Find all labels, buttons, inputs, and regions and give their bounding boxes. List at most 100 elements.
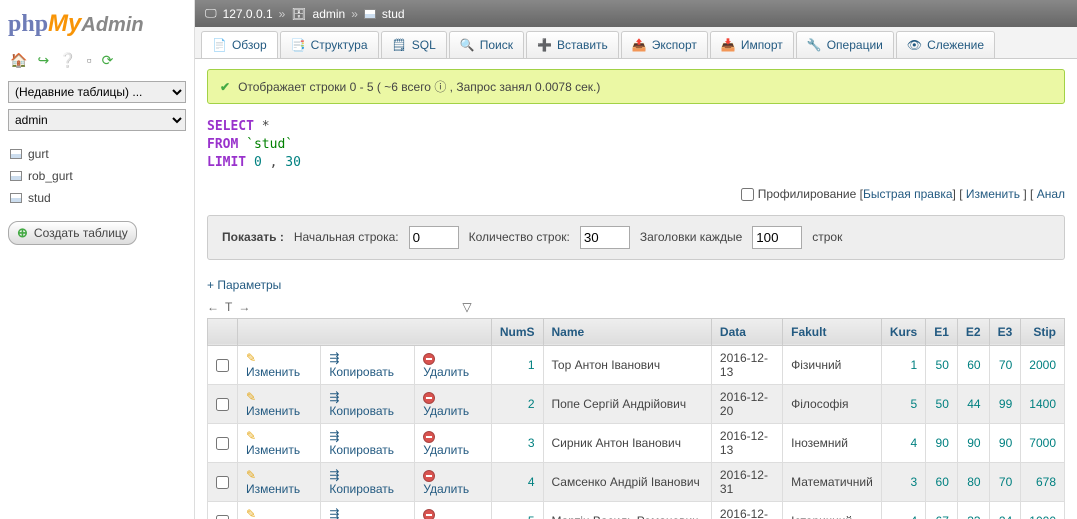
- delete-link[interactable]: Удалить: [423, 365, 469, 379]
- delete-link[interactable]: Удалить: [423, 443, 469, 457]
- bc-server[interactable]: 127.0.0.1: [223, 7, 273, 21]
- db-icon: 🗄: [291, 7, 306, 21]
- arrow-right-icon[interactable]: →: [238, 300, 250, 314]
- tab-icon: 📤: [632, 38, 647, 52]
- cell-stip: 2000: [1021, 345, 1065, 384]
- start-row-input[interactable]: [409, 226, 459, 249]
- bc-table[interactable]: stud: [382, 7, 405, 21]
- tree-item-gurt[interactable]: gurt: [8, 143, 186, 165]
- cell-data: 2016-12-20: [711, 384, 782, 423]
- delete-icon: [423, 353, 435, 365]
- tab-импорт[interactable]: 📥Импорт: [710, 31, 794, 58]
- delete-icon: [423, 470, 435, 482]
- tab-структура[interactable]: 📑Структура: [280, 31, 379, 58]
- tab-icon: 📑: [291, 38, 306, 52]
- table-row: ✎ Изменить⇶ Копировать Удалить1Тор Антон…: [208, 345, 1065, 384]
- tab-вставить[interactable]: ➕Вставить: [526, 31, 619, 58]
- cell-name: Попе Сергій Андрійович: [543, 384, 711, 423]
- start-label: Начальная строка:: [294, 230, 399, 244]
- copy-link[interactable]: Копировать: [329, 365, 394, 379]
- row-count-input[interactable]: [580, 226, 630, 249]
- tab-слежение[interactable]: 👁Слежение: [896, 31, 995, 58]
- edit-link[interactable]: Изменить: [246, 482, 300, 496]
- content: ✔ Отображает строки 0 - 5 ( ~6 всего ⓘ ,…: [195, 59, 1077, 519]
- col-stip[interactable]: Stip: [1021, 318, 1065, 345]
- bc-db[interactable]: admin: [313, 7, 346, 21]
- tab-операции[interactable]: 🔧Операции: [796, 31, 894, 58]
- table-row: ✎ Изменить⇶ Копировать Удалить4Самсенко …: [208, 462, 1065, 501]
- logo-p3: Admin: [81, 14, 143, 36]
- tab-поиск[interactable]: 🔍Поиск: [449, 31, 524, 58]
- row-checkbox[interactable]: [216, 359, 229, 372]
- col-e1[interactable]: E1: [926, 318, 958, 345]
- profiling-line: Профилирование [Быстрая правка] [ Измени…: [207, 183, 1065, 215]
- table-icon: [10, 171, 22, 181]
- edit-link[interactable]: Изменить: [246, 443, 300, 457]
- tree-item-rob-gurt[interactable]: rob_gurt: [8, 165, 186, 187]
- col-name[interactable]: Name: [543, 318, 711, 345]
- recent-tables-select[interactable]: (Недавние таблицы) ...: [8, 81, 186, 103]
- cell-e3: 70: [989, 345, 1021, 384]
- help-icon[interactable]: ❔: [59, 52, 76, 69]
- sql-comma: ,: [270, 155, 278, 170]
- tab-icon: 🗒: [392, 38, 407, 52]
- headers-every-input[interactable]: [752, 226, 802, 249]
- profiling-checkbox[interactable]: [741, 188, 754, 201]
- arrow-left-icon[interactable]: ←: [207, 300, 219, 314]
- quick-edit-link[interactable]: Быстрая правка: [863, 187, 953, 201]
- row-checkbox[interactable]: [216, 437, 229, 450]
- edit-link[interactable]: Изменить: [246, 404, 300, 418]
- tree-item-stud[interactable]: stud: [8, 187, 186, 209]
- delete-link[interactable]: Удалить: [423, 482, 469, 496]
- sort-dropdown-icon[interactable]: ▽: [462, 300, 471, 314]
- col-data[interactable]: Data: [711, 318, 782, 345]
- main: 🖵 127.0.0.1 » 🗄 admin » stud 📄Обзор📑Стру…: [195, 0, 1077, 519]
- tab-icon: 🔧: [807, 38, 822, 52]
- reload-icon[interactable]: ⟳: [102, 52, 114, 69]
- home-icon[interactable]: 🏠: [10, 52, 27, 69]
- col-fakult[interactable]: Fakult: [783, 318, 882, 345]
- sql-icon[interactable]: ▫: [87, 52, 92, 69]
- analyze-link[interactable]: Анал: [1037, 187, 1065, 201]
- row-checkbox[interactable]: [216, 515, 229, 519]
- tab-экспорт[interactable]: 📤Экспорт: [621, 31, 708, 58]
- edit-link[interactable]: Изменить: [966, 187, 1020, 201]
- col-kurs[interactable]: Kurs: [881, 318, 925, 345]
- row-checkbox[interactable]: [216, 398, 229, 411]
- col-e2[interactable]: E2: [957, 318, 989, 345]
- copy-icon: ⇶: [329, 429, 339, 443]
- text-mode-icon[interactable]: T: [225, 300, 232, 314]
- copy-icon: ⇶: [329, 468, 339, 482]
- check-icon: ✔: [220, 80, 230, 94]
- cell-stip: 1400: [1021, 384, 1065, 423]
- cell-kurs: 1: [881, 345, 925, 384]
- copy-link[interactable]: Копировать: [329, 482, 394, 496]
- tab-sql[interactable]: 🗒SQL: [381, 31, 447, 58]
- col-actions: [238, 318, 492, 345]
- tabs: 📄Обзор📑Структура🗒SQL🔍Поиск➕Вставить📤Эксп…: [195, 27, 1077, 59]
- profiling-label: Профилирование: [758, 187, 857, 201]
- cell-e3: 24: [989, 501, 1021, 519]
- col-nums[interactable]: NumS: [491, 318, 543, 345]
- row-checkbox[interactable]: [216, 476, 229, 489]
- delete-link[interactable]: Удалить: [423, 404, 469, 418]
- cell-e1: 60: [926, 462, 958, 501]
- cell-e2: 44: [957, 384, 989, 423]
- copy-link[interactable]: Копировать: [329, 443, 394, 457]
- edit-link[interactable]: Изменить: [246, 365, 300, 379]
- logout-icon[interactable]: ↪: [37, 52, 49, 69]
- database-select[interactable]: admin: [8, 109, 186, 131]
- show-label: Показать :: [222, 230, 284, 244]
- copy-link[interactable]: Копировать: [329, 404, 394, 418]
- tab-обзор[interactable]: 📄Обзор: [201, 31, 278, 58]
- params-toggle[interactable]: + Параметры: [207, 278, 1065, 292]
- cell-name: Тор Антон Іванович: [543, 345, 711, 384]
- pencil-icon: ✎: [246, 507, 256, 519]
- copy-icon: ⇶: [329, 507, 339, 519]
- col-e3[interactable]: E3: [989, 318, 1021, 345]
- col-checkbox: [208, 318, 238, 345]
- cell-e1: 50: [926, 345, 958, 384]
- breadcrumb: 🖵 127.0.0.1 » 🗄 admin » stud: [195, 0, 1077, 27]
- cell-data: 2016-12-31: [711, 462, 782, 501]
- create-table-button[interactable]: ⊕ Создать таблицу: [8, 221, 137, 245]
